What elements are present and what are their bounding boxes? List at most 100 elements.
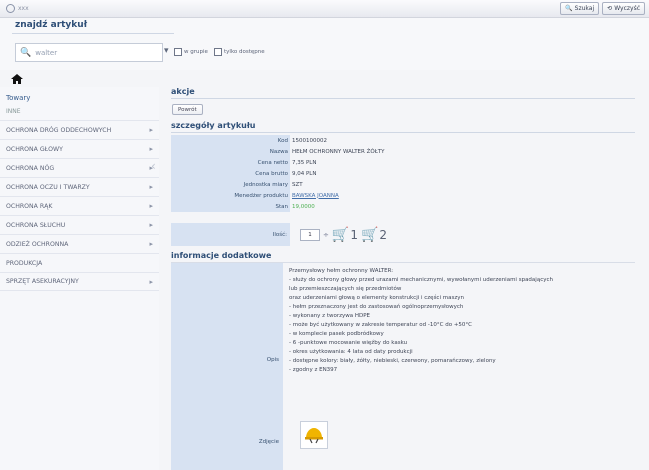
circle-icon <box>6 4 15 13</box>
description-line: - zgodny z EN397 <box>289 367 338 373</box>
clear-button-label: Wyczyść <box>614 5 640 12</box>
cart-icon: 🛒 <box>331 226 350 243</box>
chevron-right-icon: ▸ <box>149 240 153 248</box>
details-divider <box>171 132 635 133</box>
sidebar-item-label: OCHRONA GŁOWY <box>6 145 63 153</box>
sidebar-item-label: OCHRONA DRÓG ODDECHOWYCH <box>6 126 112 134</box>
chevron-right-icon: ▸ <box>149 126 153 134</box>
detail-value: 1500100002 <box>292 137 327 144</box>
details-title: szczegóły artykułu <box>171 121 256 130</box>
add-to-cart-1-button[interactable]: 🛒 1 <box>332 227 358 243</box>
chevron-right-icon: ▸ <box>149 202 153 210</box>
description-line: - może być użytkowany w zakresie tempera… <box>289 322 473 328</box>
cart-icon: 🛒 <box>360 226 379 243</box>
detail-label: Cena netto <box>171 157 290 168</box>
sidebar-item-odziez[interactable]: ODZIEŻ OCHRONNA ▸ <box>0 234 159 253</box>
detail-label: Nazwa <box>171 146 290 157</box>
sidebar-item-asekuracja[interactable]: SPRZĘT ASEKURACYJNY ▸ <box>0 272 159 291</box>
detail-row-cena-brutto: Cena brutto 9,04 PLN <box>171 168 633 179</box>
quantity-controls: 1 ÷ 🛒 1 🛒 2 <box>290 223 387 246</box>
sidebar-item-label: ODZIEŻ OCHRONNA <box>6 240 69 248</box>
search-dropdown-button[interactable]: ▾ <box>164 46 169 56</box>
description-line: lub przemieszczających się przedmiotów <box>289 286 402 292</box>
add-to-cart-2-button[interactable]: 🛒 2 <box>361 227 387 243</box>
detail-label: Cena brutto <box>171 168 290 179</box>
chevron-right-icon: ▸ <box>149 183 153 191</box>
checkbox-w-grupie[interactable] <box>174 48 182 56</box>
checkbox-tylko-dostepne[interactable] <box>214 48 222 56</box>
sidebar-item-rece[interactable]: OCHRONA RĄK ▸ <box>0 196 159 215</box>
category-sidebar: Towary INNE OCHRONA DRÓG ODDECHOWYCH ▸ O… <box>0 87 159 470</box>
detail-row-jednostka: Jednostka miary SZT <box>171 179 633 190</box>
info-labels-column: Opis Zdjęcie <box>171 263 283 470</box>
top-left-text: xxx <box>18 5 29 12</box>
product-manager-link[interactable]: BAWSKA JOANNA <box>290 190 633 201</box>
detail-value: 9,04 PLN <box>292 170 317 177</box>
description-line: - w komplecie pasek podbródkowy <box>289 331 384 337</box>
chevron-right-icon: ▸ <box>149 277 153 286</box>
search-input[interactable]: 🔍 walter <box>15 43 163 62</box>
sidebar-item-label: OCHRONA RĄK <box>6 202 53 210</box>
search-title: znajdź artykuł <box>15 20 88 30</box>
description-line: - okres użytkowania: 4 lata od daty prod… <box>289 349 413 355</box>
search-divider <box>12 33 174 34</box>
photo-label: Zdjęcie <box>258 439 279 445</box>
increment-icon[interactable]: ÷ <box>323 231 329 239</box>
add-to-cart-1-label: 1 <box>350 227 358 242</box>
detail-label: Stan <box>171 201 290 212</box>
sidebar-item-label: SPRZĘT ASEKURACYJNY <box>6 278 79 285</box>
home-icon[interactable] <box>10 73 24 85</box>
sidebar-header[interactable]: Towary <box>0 87 159 108</box>
description-line: oraz uderzeniami głową o elementy konstr… <box>289 295 464 301</box>
quantity-label: Ilość: <box>171 223 290 246</box>
clear-button[interactable]: ⟲ Wyczyść <box>602 2 645 15</box>
description-line: - dostępne kolory: biały, żółty, niebies… <box>289 358 496 364</box>
detail-value: HEŁM OCHRONNY WALTER ŻÓŁTY <box>292 148 385 155</box>
search-area: znajdź artykuł 🔍 walter ▾ w grupie tylko… <box>0 18 649 70</box>
sidebar-collapse-icon[interactable]: ‹ <box>151 160 159 172</box>
quantity-input[interactable]: 1 <box>300 228 320 241</box>
detail-row-menedzer: Menedżer produktu BAWSKA JOANNA <box>171 190 633 201</box>
top-toolbar: xxx 🔍 Szukaj ⟲ Wyczyść <box>0 0 649 18</box>
detail-value: 7,35 PLN <box>292 159 317 166</box>
search-icon: 🔍 <box>565 5 573 12</box>
description-label: Opis <box>266 357 279 363</box>
sidebar-item-glowa[interactable]: OCHRONA GŁOWY ▸ <box>0 139 159 158</box>
sidebar-item-label: OCHRONA OCZU I TWARZY <box>6 183 90 191</box>
description-text: Przemysłowy hełm ochronny WALTER: - służ… <box>289 267 629 375</box>
filter-tylko-dostepne[interactable]: tylko dostępne <box>214 48 265 56</box>
detail-row-stan: Stan 19,0000 <box>171 201 633 212</box>
sidebar-item-oczy-twarz[interactable]: OCHRONA OCZU I TWARZY ▸ <box>0 177 159 196</box>
sidebar-item-sluch[interactable]: OCHRONA SŁUCHU ▸ <box>0 215 159 234</box>
detail-label: Kod <box>171 135 290 146</box>
back-button[interactable]: Powrót <box>172 104 203 115</box>
actions-title: akcje <box>171 87 195 96</box>
detail-value: SZT <box>292 181 303 188</box>
search-button-label: Szukaj <box>574 5 595 12</box>
sidebar-item-drogi-oddechowe[interactable]: OCHRONA DRÓG ODDECHOWYCH ▸ <box>0 120 159 139</box>
detail-value: 19,0000 <box>292 203 315 210</box>
main-panel: akcje Powrót szczegóły artykułu Kod 1500… <box>163 87 647 470</box>
description-line: - wykonany z tworzywa HDPE <box>289 313 371 319</box>
detail-row-kod: Kod 1500100002 <box>171 135 633 146</box>
info-title: informacje dodatkowe <box>171 251 272 260</box>
sidebar-item-produkcja[interactable]: PRODUKCJA <box>0 253 159 272</box>
helmet-icon <box>305 428 323 444</box>
quantity-row: Ilość: 1 ÷ 🛒 1 🛒 2 <box>171 223 633 246</box>
sidebar-subheader: INNE <box>6 108 21 115</box>
description-line: - 6 -punktowe mocowanie więźby do kasku <box>289 340 408 346</box>
sidebar-item-nogi[interactable]: OCHRONA NÓG ▸ <box>0 158 159 177</box>
search-button[interactable]: 🔍 Szukaj <box>560 2 600 15</box>
sidebar-item-label: PRODUKCJA <box>6 259 43 267</box>
description-line: - służy do ochrony głowy przed urazami m… <box>289 277 553 283</box>
sidebar-item-label: OCHRONA NÓG <box>6 164 55 172</box>
product-photo[interactable] <box>300 421 328 449</box>
checkbox-w-grupie-label: w grupie <box>184 49 208 55</box>
actions-divider <box>171 98 635 99</box>
details-table: Kod 1500100002 Nazwa HEŁM OCHRONNY WALTE… <box>171 135 633 212</box>
top-left-title: xxx <box>6 4 29 13</box>
chevron-right-icon: ▸ <box>149 221 153 229</box>
filter-w-grupie[interactable]: w grupie <box>174 48 208 56</box>
detail-label: Jednostka miary <box>171 179 290 190</box>
sidebar-item-label: OCHRONA SŁUCHU <box>6 221 66 229</box>
